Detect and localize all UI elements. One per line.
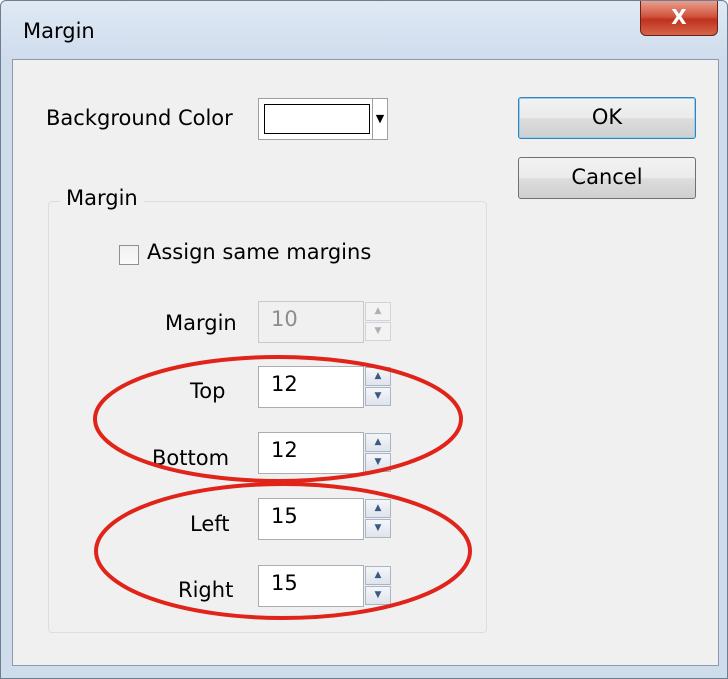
- right-field[interactable]: 15: [258, 565, 364, 607]
- ok-button[interactable]: OK: [518, 97, 696, 139]
- spin-down-icon[interactable]: ▼: [365, 387, 391, 406]
- assign-same-margins-label[interactable]: Assign same margins: [147, 240, 371, 264]
- close-icon: X: [671, 5, 687, 29]
- top-field[interactable]: 12: [258, 366, 364, 408]
- left-field-label: Left: [190, 512, 230, 536]
- margin-field-value: 10: [271, 307, 298, 331]
- color-swatch: [264, 104, 370, 134]
- margin-group-title: Margin: [60, 186, 144, 210]
- bottom-field[interactable]: 12: [258, 432, 364, 474]
- top-spinner[interactable]: ▲ ▼: [363, 366, 393, 406]
- bottom-spinner[interactable]: ▲ ▼: [363, 432, 393, 472]
- assign-same-margins-checkbox[interactable]: [119, 245, 139, 265]
- spin-down-icon[interactable]: ▼: [365, 453, 391, 472]
- spin-up-icon: ▲: [365, 302, 391, 321]
- margin-spinner: ▲ ▼: [363, 301, 393, 341]
- left-spinner[interactable]: ▲ ▼: [363, 498, 393, 538]
- background-color-label: Background Color: [46, 106, 233, 130]
- right-field-label: Right: [178, 578, 234, 602]
- spin-down-icon: ▼: [365, 322, 391, 341]
- background-color-picker[interactable]: ▼: [258, 98, 388, 140]
- right-spinner[interactable]: ▲ ▼: [363, 565, 393, 605]
- spin-up-icon[interactable]: ▲: [365, 566, 391, 585]
- spin-down-icon[interactable]: ▼: [365, 519, 391, 538]
- left-field-value: 15: [271, 504, 298, 528]
- right-field-value: 15: [271, 571, 298, 595]
- cancel-button[interactable]: Cancel: [518, 157, 696, 199]
- bottom-field-label: Bottom: [152, 446, 230, 470]
- spin-up-icon[interactable]: ▲: [365, 367, 391, 386]
- spin-down-icon[interactable]: ▼: [365, 586, 391, 605]
- top-field-value: 12: [271, 372, 298, 396]
- left-field[interactable]: 15: [258, 498, 364, 540]
- margin-field-label: Margin: [165, 311, 237, 335]
- chevron-down-icon[interactable]: ▼: [372, 99, 387, 139]
- dialog-title: Margin: [23, 19, 95, 43]
- top-field-label: Top: [190, 379, 226, 403]
- close-button[interactable]: X: [640, 1, 718, 36]
- bottom-field-value: 12: [271, 438, 298, 462]
- spin-up-icon[interactable]: ▲: [365, 433, 391, 452]
- spin-up-icon[interactable]: ▲: [365, 499, 391, 518]
- margin-field: 10: [258, 301, 364, 343]
